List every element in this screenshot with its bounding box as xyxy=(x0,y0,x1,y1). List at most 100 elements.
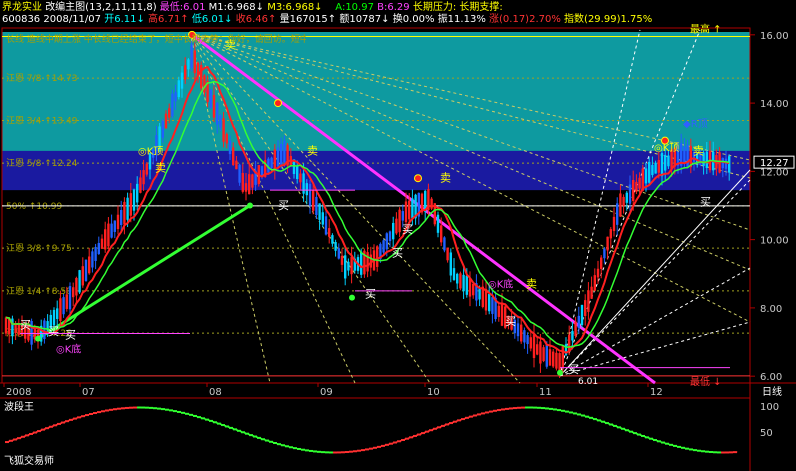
candle-body xyxy=(440,225,443,243)
candle-body xyxy=(664,154,667,171)
candle-body xyxy=(164,113,168,129)
candle-body xyxy=(299,173,302,183)
candle-body xyxy=(606,236,609,251)
last-price-label: 12.27 xyxy=(760,158,789,169)
candle-body xyxy=(283,140,286,163)
quote-turnover: 换0.00% xyxy=(392,14,435,25)
quote-index: 指数(29.99)1.75% xyxy=(564,14,653,25)
candle-body xyxy=(273,149,276,171)
gann-level-label: 江恩 5/8 ↑12.24 xyxy=(6,158,78,169)
candle-body xyxy=(107,223,110,247)
candle-body xyxy=(168,108,171,118)
quote-amount: 额10787↓ xyxy=(339,14,390,25)
candle-body xyxy=(350,256,353,275)
candle-body xyxy=(91,251,94,268)
candle-body xyxy=(59,298,62,322)
candle-body xyxy=(529,337,532,349)
candle-body xyxy=(321,212,324,225)
candle-body xyxy=(497,305,500,317)
candle-body xyxy=(344,255,347,279)
candle-body xyxy=(596,268,600,278)
stock-title: 界龙实业 xyxy=(2,2,42,13)
candle-body xyxy=(552,351,555,367)
candle-body xyxy=(686,144,689,167)
uptrend-line xyxy=(37,204,251,340)
candle-body xyxy=(577,315,580,328)
candle-body xyxy=(660,152,664,177)
candle-body xyxy=(616,203,619,225)
candle-body xyxy=(446,247,449,261)
candle-body xyxy=(462,274,465,292)
chart-header: 界龙实业 改编主图(13,2,11,11,8) 最低:6.01 M1:6.968… xyxy=(2,2,503,14)
trough-marker xyxy=(557,369,563,376)
high-label: 最高 ↑ xyxy=(690,23,722,36)
candle-body xyxy=(683,146,686,164)
candle-body xyxy=(472,283,475,296)
candle-body xyxy=(100,238,104,249)
candle-body xyxy=(385,233,388,250)
candle-body xyxy=(132,189,136,211)
support-ray xyxy=(559,169,751,377)
signal-label: 卖 xyxy=(440,172,451,185)
candle-body xyxy=(654,162,657,174)
x-tick-label: 10 xyxy=(427,387,440,398)
trough-marker xyxy=(349,294,355,301)
candle-body xyxy=(555,352,558,369)
candle-body xyxy=(177,80,180,98)
candle-body xyxy=(305,183,308,196)
candle-body xyxy=(116,214,120,230)
candle-body xyxy=(75,277,78,296)
candle-body xyxy=(401,211,404,221)
candle-body xyxy=(219,115,222,128)
signal-label: 买 xyxy=(568,363,579,376)
candle-body xyxy=(468,278,472,297)
candle-body xyxy=(395,218,398,234)
candle-body xyxy=(225,134,228,144)
candle-body xyxy=(280,144,283,165)
candle-body xyxy=(187,59,190,70)
signal-label: 买 xyxy=(700,196,711,209)
candle-body xyxy=(571,330,574,341)
trough-marker xyxy=(35,335,41,342)
candle-body xyxy=(398,209,401,233)
oscillator-tick-label: 100 xyxy=(760,402,779,413)
candle-body xyxy=(312,190,315,211)
candle-body xyxy=(318,203,321,220)
candle-body xyxy=(174,92,177,102)
candle-body xyxy=(43,320,46,339)
candle-body xyxy=(97,242,100,255)
k-top-label: ◎K顶 xyxy=(138,145,163,157)
peak-marker xyxy=(274,99,282,108)
x-tick-label: 08 xyxy=(209,387,222,398)
candle-body xyxy=(84,259,88,282)
candle-body xyxy=(52,309,56,326)
candle-body xyxy=(388,231,392,242)
candle-body xyxy=(430,198,433,209)
candle-body xyxy=(587,290,590,312)
signal-label: 卖 xyxy=(693,144,704,157)
candle-body xyxy=(158,126,161,148)
trough-marker xyxy=(247,202,253,209)
k-bottom-label: ◎K底 xyxy=(56,342,81,355)
stock-chart: 6.008.0010.0012.0014.0016.0012.27江恩 7/8 … xyxy=(0,23,796,471)
y-tick-label: 16.00 xyxy=(760,31,789,42)
candle-body xyxy=(171,93,174,117)
x-tick-label: 09 xyxy=(320,387,333,398)
signal-label: 买 xyxy=(65,329,76,342)
candle-body xyxy=(145,163,148,175)
candle-body xyxy=(235,160,238,170)
candle-body xyxy=(593,275,596,291)
quote-date: 2008/11/07 xyxy=(43,14,102,25)
candle-body xyxy=(78,270,81,293)
candle-body xyxy=(542,347,545,362)
candle-body xyxy=(340,255,344,265)
candle-body xyxy=(625,192,628,203)
candle-body xyxy=(635,181,638,192)
candle-body xyxy=(126,197,129,220)
candle-body xyxy=(568,334,571,351)
x-tick-label: 12 xyxy=(650,387,663,398)
quote-open: 开6.11↓ xyxy=(104,14,145,25)
y-tick-label: 10.00 xyxy=(760,236,789,247)
candle-body xyxy=(212,94,216,118)
candle-body xyxy=(94,246,97,261)
